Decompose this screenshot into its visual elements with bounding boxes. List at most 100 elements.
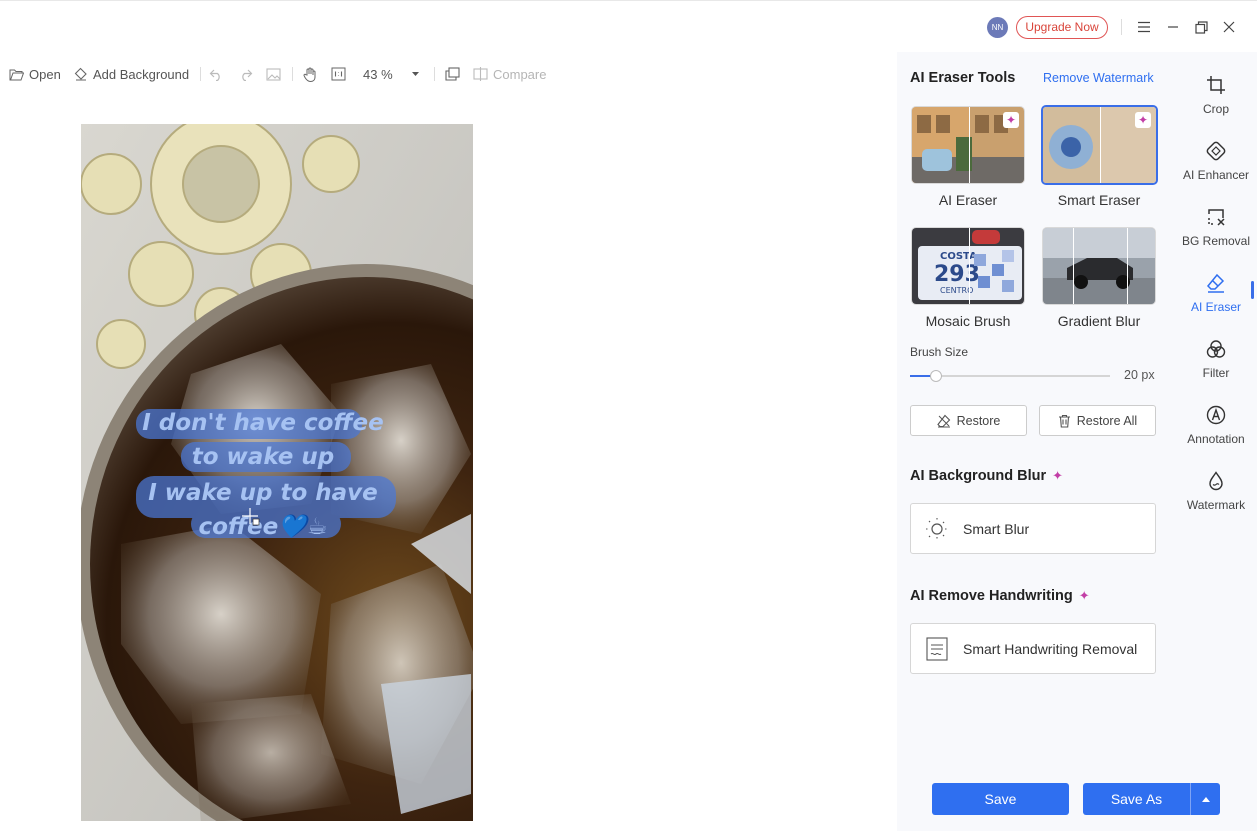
compare-button[interactable]: Compare [473, 60, 546, 88]
sidenav-item-ai-eraser[interactable]: AI Eraser [1176, 266, 1256, 326]
restore-window-icon[interactable] [1190, 16, 1212, 38]
brush-size-slider[interactable] [910, 370, 1110, 382]
mosaic-brush-label: Mosaic Brush [925, 313, 1011, 329]
overlay-text-line: coffee💙☕ [198, 513, 327, 540]
sidenav-label: Crop [1202, 102, 1229, 116]
mosaic-brush-thumbnail: COSTA 293 CENTRO [912, 228, 1024, 304]
copy-icon [445, 67, 460, 81]
sidenav-item-crop[interactable]: Crop [1176, 68, 1256, 128]
toolbar-divider [434, 67, 435, 81]
undo-icon [209, 69, 220, 81]
actual-size-button[interactable] [331, 60, 346, 88]
zoom-dropdown[interactable]: 43 % [363, 60, 420, 88]
overlay-text-line: I don't have coffee [142, 410, 384, 436]
bg-removal-icon [1176, 200, 1256, 234]
add-background-label: Add Background [93, 66, 190, 82]
plate-text: CENTRO [940, 286, 973, 295]
editor-toolbar: Open Add Background 43 % Compare [0, 60, 560, 88]
paint-bucket-icon [74, 67, 87, 81]
save-as-dropdown-toggle[interactable] [1190, 783, 1220, 815]
smart-eraser-tool-card[interactable]: ✦ [1041, 105, 1158, 185]
app-window: NN Upgrade Now Open Add Background 43 % … [0, 0, 1257, 831]
sidenav-item-filter[interactable]: Filter [1176, 332, 1256, 392]
restore-eraser-icon [936, 414, 950, 428]
image-canvas[interactable]: I don't have coffee to wake up I wake up… [81, 124, 473, 821]
remove-watermark-link[interactable]: Remove Watermark [1043, 71, 1154, 85]
ai-eraser-tool-card[interactable]: ✦ [911, 106, 1025, 184]
save-as-button[interactable]: Save As [1083, 783, 1190, 815]
brush-size-readout: 20 px [1124, 368, 1155, 382]
annotation-icon [1176, 398, 1256, 432]
pan-hand-button[interactable] [303, 60, 317, 88]
ai-remove-handwriting-title: AI Remove Handwriting ✦ [910, 588, 1090, 604]
smart-handwriting-removal-option[interactable]: Smart Handwriting Removal [910, 623, 1156, 674]
ai-enhancer-icon [1176, 134, 1256, 168]
toolbar-divider [292, 67, 293, 81]
smart-blur-option[interactable]: Smart Blur [910, 503, 1156, 554]
trash-icon [1058, 414, 1070, 428]
overlay-text-line: to wake up [192, 444, 335, 470]
brush-size-value: 20 [1124, 368, 1138, 382]
watermark-icon [1176, 464, 1256, 498]
ai-eraser-label: AI Eraser [938, 192, 998, 208]
brush-size-unit: px [1141, 368, 1155, 382]
undo-button[interactable] [209, 60, 224, 88]
ai-background-blur-title: AI Background Blur ✦ [910, 468, 1063, 484]
redo-button[interactable] [238, 60, 253, 88]
eraser-icon [1176, 266, 1256, 300]
coffee-photo: I don't have coffee to wake up I wake up… [81, 124, 473, 821]
caret-down-icon [411, 72, 419, 76]
window-controls-divider [1121, 19, 1122, 35]
mosaic-brush-tool-card[interactable]: COSTA 293 CENTRO [911, 227, 1025, 305]
crosshair-cursor-icon [242, 508, 260, 526]
image-icon [266, 67, 281, 81]
upgrade-now-button[interactable]: Upgrade Now [1016, 16, 1108, 39]
sidenav-label: AI Enhancer [1182, 168, 1250, 182]
plate-text: 293 [934, 262, 980, 287]
redo-icon [242, 69, 253, 81]
gradient-blur-thumbnail [1043, 228, 1155, 304]
sparkle-icon: ✦ [1003, 112, 1019, 128]
ai-remove-handwriting-title-text: AI Remove Handwriting [910, 588, 1073, 604]
crop-icon [1176, 68, 1256, 102]
duplicate-button[interactable] [445, 60, 460, 88]
sidenav-label: Watermark [1186, 498, 1246, 512]
sidenav-item-ai-enhancer[interactable]: AI Enhancer [1176, 134, 1256, 194]
image-button[interactable] [266, 60, 281, 88]
sidenav-item-annotation[interactable]: Annotation [1176, 398, 1256, 458]
restore-all-button[interactable]: Restore All [1039, 405, 1156, 436]
active-nav-indicator [1251, 281, 1254, 299]
sidenav-item-bg-removal[interactable]: BG Removal [1176, 200, 1256, 260]
close-icon[interactable] [1218, 16, 1240, 38]
brush-size-label: Brush Size [910, 345, 969, 359]
caret-up-icon [1201, 796, 1210, 802]
smart-handwriting-removal-label: Smart Handwriting Removal [963, 640, 1138, 657]
zoom-value: 43 % [363, 66, 393, 82]
smart-blur-label: Smart Blur [963, 520, 1030, 537]
restore-label: Restore [956, 413, 1001, 428]
ai-eraser-tools-title: AI Eraser Tools [910, 70, 1016, 86]
title-bar: NN Upgrade Now [0, 0, 1257, 52]
filter-icon [1176, 332, 1256, 366]
compare-icon [473, 67, 488, 81]
sparkle-icon: ✦ [1135, 112, 1151, 128]
gradient-blur-label: Gradient Blur [1057, 313, 1141, 329]
open-button[interactable]: Open [9, 60, 61, 88]
restore-button[interactable]: Restore [910, 405, 1027, 436]
save-button[interactable]: Save [932, 783, 1069, 815]
one-to-one-icon [331, 67, 346, 81]
user-avatar[interactable]: NN [987, 17, 1008, 38]
plate-text: COSTA [940, 251, 977, 262]
gradient-blur-tool-card[interactable] [1042, 227, 1156, 305]
brush-size-slider-thumb[interactable] [930, 370, 942, 382]
sidenav-label: AI Eraser [1190, 300, 1241, 314]
ai-background-blur-title-text: AI Background Blur [910, 468, 1047, 484]
menu-icon[interactable] [1133, 16, 1155, 38]
smart-blur-icon [911, 517, 963, 541]
sidenav-label: BG Removal [1181, 234, 1251, 248]
top-border [0, 0, 1257, 1]
minimize-icon[interactable] [1162, 16, 1184, 38]
sidenav-item-watermark[interactable]: Watermark [1176, 464, 1256, 524]
toolbar-divider [200, 67, 201, 81]
add-background-button[interactable]: Add Background [74, 60, 189, 88]
